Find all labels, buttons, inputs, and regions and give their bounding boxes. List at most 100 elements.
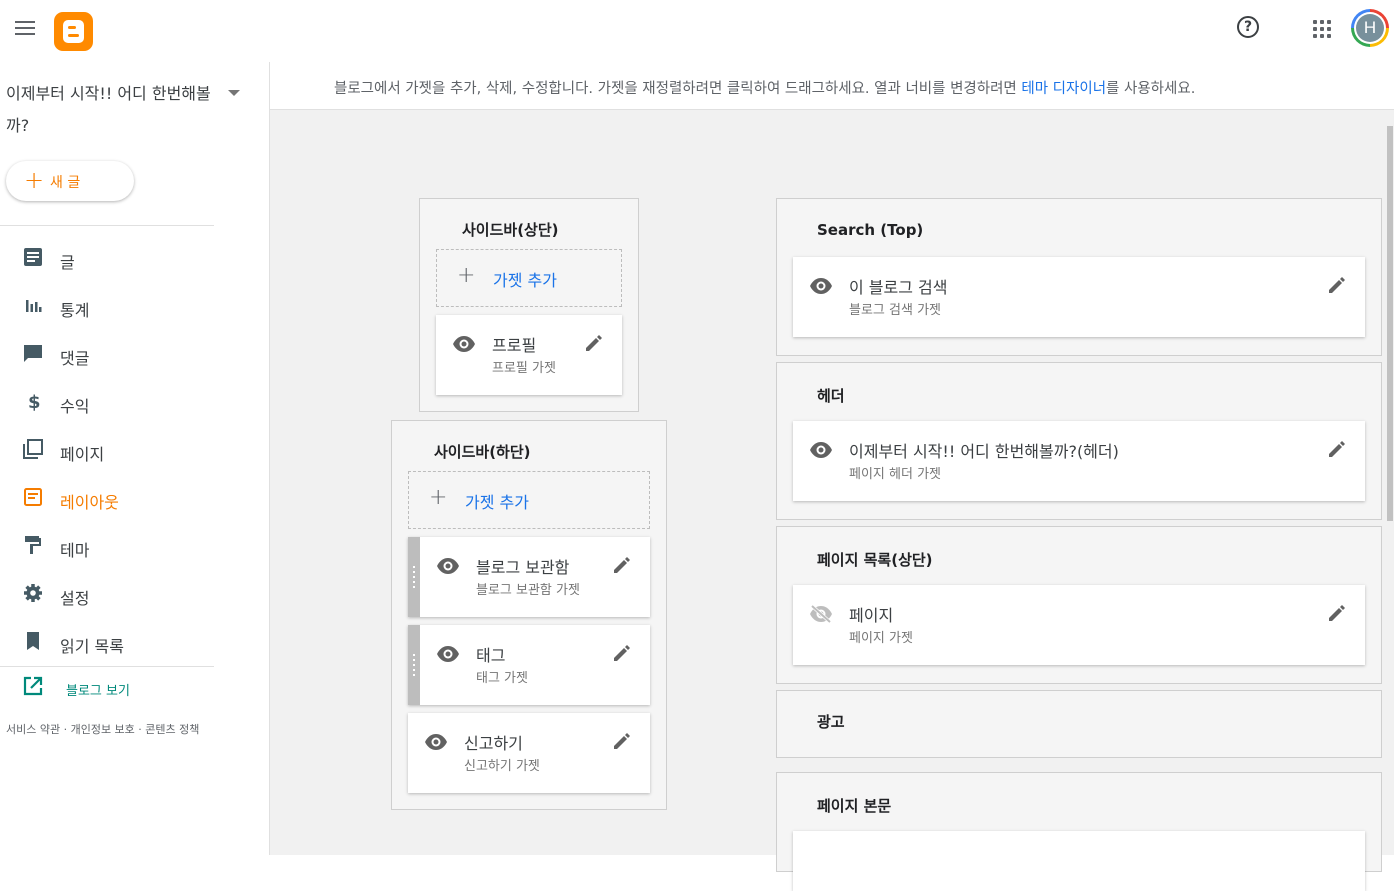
info-text-after: 를 사용하세요. — [1106, 81, 1196, 97]
avatar-initial: H — [1356, 14, 1384, 42]
gadget-card[interactable]: 블로그 보관함 블로그 보관함 가젯 — [408, 537, 650, 617]
nav-label: 통계 — [60, 301, 90, 320]
svg-text:$: $ — [28, 392, 41, 412]
nav-label: 읽기 목록 — [60, 637, 124, 656]
edit-pencil-icon[interactable] — [612, 731, 632, 751]
section-title: 페이지 목록(상단) — [817, 551, 933, 569]
gadget-name: 태그 — [476, 646, 506, 665]
gadget-card[interactable]: 이 블로그 검색 블로그 검색 가젯 — [793, 257, 1365, 337]
nav-label: 테마 — [60, 541, 90, 560]
drag-handle[interactable] — [408, 537, 420, 617]
section-title: Search (Top) — [817, 221, 924, 239]
gadget-name: 프로필 — [492, 336, 537, 355]
gadget-type: 페이지 헤더 가젯 — [849, 467, 941, 482]
earnings-icon: $ — [28, 392, 41, 412]
eye-icon[interactable] — [436, 645, 460, 663]
chevron-down-icon[interactable] — [228, 90, 240, 96]
section-ads: 광고 — [776, 690, 1382, 758]
eye-icon[interactable] — [809, 277, 833, 295]
nav-item-layout[interactable]: 레이아웃 — [0, 474, 214, 522]
divider — [0, 225, 214, 226]
nav-label: 댓글 — [60, 349, 90, 368]
gadget-card[interactable] — [793, 831, 1365, 891]
menu-icon[interactable] — [15, 21, 35, 37]
add-gadget-label: 가젯 추가 — [493, 271, 557, 290]
scrollbar[interactable] — [1386, 110, 1394, 855]
plus-icon: + — [24, 166, 45, 194]
add-gadget-label: 가젯 추가 — [465, 493, 529, 512]
nav-label: 설정 — [60, 589, 90, 608]
gadget-name: 신고하기 — [464, 734, 523, 753]
scrollbar-thumb[interactable] — [1387, 126, 1393, 521]
section-page-list-top: 페이지 목록(상단) 페이지 페이지 가젯 — [776, 526, 1382, 684]
stats-icon — [26, 300, 42, 312]
eye-icon[interactable] — [452, 335, 476, 353]
top-app-bar: ? H — [0, 0, 1394, 62]
section-header: 헤더 이제부터 시작!! 어디 한번해볼까?(헤더) 페이지 헤더 가젯 — [776, 362, 1382, 520]
blogger-logo[interactable] — [54, 12, 93, 51]
edit-pencil-icon[interactable] — [1327, 439, 1347, 459]
gadget-name: 이제부터 시작!! 어디 한번해볼까?(헤더) — [849, 442, 1119, 461]
edit-pencil-icon[interactable] — [1327, 603, 1347, 623]
apps-grid-icon[interactable] — [1313, 20, 1331, 38]
theme-designer-link[interactable]: 테마 디자이너 — [1021, 81, 1106, 97]
nav-item-stats[interactable]: 통계 — [0, 282, 214, 330]
gadget-type: 태그 가젯 — [476, 671, 528, 686]
layout-icon — [24, 488, 42, 506]
gadget-card[interactable]: 태그 태그 가젯 — [408, 625, 650, 705]
section-title: 광고 — [817, 713, 845, 731]
gadget-name: 블로그 보관함 — [476, 558, 570, 577]
gadget-name: 이 블로그 검색 — [849, 278, 948, 297]
edit-pencil-icon[interactable] — [612, 643, 632, 663]
gadget-card[interactable]: 페이지 페이지 가젯 — [793, 585, 1365, 665]
nav-label: 글 — [60, 253, 75, 272]
gadget-name: 페이지 — [849, 606, 894, 625]
section-sidebar-top: 사이드바(상단) + 가젯 추가 프로필 프로필 가젯 — [419, 198, 639, 412]
view-blog-label: 블로그 보기 — [66, 684, 130, 699]
pages-icon — [23, 439, 43, 459]
nav-label: 수익 — [60, 397, 90, 416]
view-blog-link[interactable]: 블로그 보기 — [0, 666, 214, 706]
open-in-new-icon — [23, 676, 43, 696]
blog-selector[interactable]: 이제부터 시작!! 어디 한번해볼까? — [6, 78, 226, 142]
drag-handle[interactable] — [408, 625, 420, 705]
add-gadget-button[interactable]: + 가젯 추가 — [436, 249, 622, 307]
edit-pencil-icon[interactable] — [584, 333, 604, 353]
comments-icon — [24, 345, 42, 362]
add-gadget-button[interactable]: + 가젯 추가 — [408, 471, 650, 529]
edit-pencil-icon[interactable] — [1327, 275, 1347, 295]
gadget-type: 프로필 가젯 — [492, 361, 556, 376]
nav-label: 레이아웃 — [60, 493, 119, 512]
layout-editor: 블로그에서 가젯을 추가, 삭제, 수정합니다. 가젯을 재정렬하려면 클릭하여… — [270, 62, 1394, 891]
eye-icon[interactable] — [809, 441, 833, 459]
nav-item-theme[interactable]: 테마 — [0, 522, 214, 570]
footer-links[interactable]: 서비스 약관 · 개인정보 보호 · 콘텐츠 정책 — [6, 721, 199, 737]
nav-item-settings[interactable]: 설정 — [0, 570, 214, 618]
nav-item-reading-list[interactable]: 읽기 목록 — [0, 618, 214, 666]
gadget-type: 페이지 가젯 — [849, 631, 913, 646]
new-post-label: 새 글 — [50, 175, 81, 191]
nav-item-pages[interactable]: 페이지 — [0, 426, 214, 474]
edit-pencil-icon[interactable] — [612, 555, 632, 575]
nav-item-posts[interactable]: 글 — [0, 234, 214, 282]
gear-icon — [24, 584, 42, 602]
eye-off-icon[interactable] — [809, 605, 833, 623]
gadget-card[interactable]: 이제부터 시작!! 어디 한번해볼까?(헤더) 페이지 헤더 가젯 — [793, 421, 1365, 501]
nav-label: 페이지 — [60, 445, 105, 464]
section-title: 헤더 — [817, 387, 845, 405]
eye-icon[interactable] — [436, 557, 460, 575]
nav-item-comments[interactable]: 댓글 — [0, 330, 214, 378]
new-post-button[interactable]: + 새 글 — [6, 161, 134, 201]
help-icon[interactable]: ? — [1237, 16, 1259, 38]
gadget-type: 블로그 검색 가젯 — [849, 303, 941, 318]
section-search-top: Search (Top) 이 블로그 검색 블로그 검색 가젯 — [776, 198, 1382, 356]
section-page-body: 페이지 본문 — [776, 772, 1382, 891]
section-sidebar-bottom: 사이드바(하단) + 가젯 추가 블로그 보관함 블로그 보관함 가젯 태그 태… — [391, 420, 667, 810]
gadget-card[interactable]: 프로필 프로필 가젯 — [436, 315, 622, 395]
info-text: 블로그에서 가젯을 추가, 삭제, 수정합니다. 가젯을 재정렬하려면 클릭하여… — [334, 77, 1195, 98]
account-avatar[interactable]: H — [1351, 9, 1389, 47]
eye-icon[interactable] — [424, 733, 448, 751]
gadget-card[interactable]: 신고하기 신고하기 가젯 — [408, 713, 650, 793]
bookmark-icon — [27, 632, 39, 650]
nav-item-earnings[interactable]: $ 수익 — [0, 378, 214, 426]
